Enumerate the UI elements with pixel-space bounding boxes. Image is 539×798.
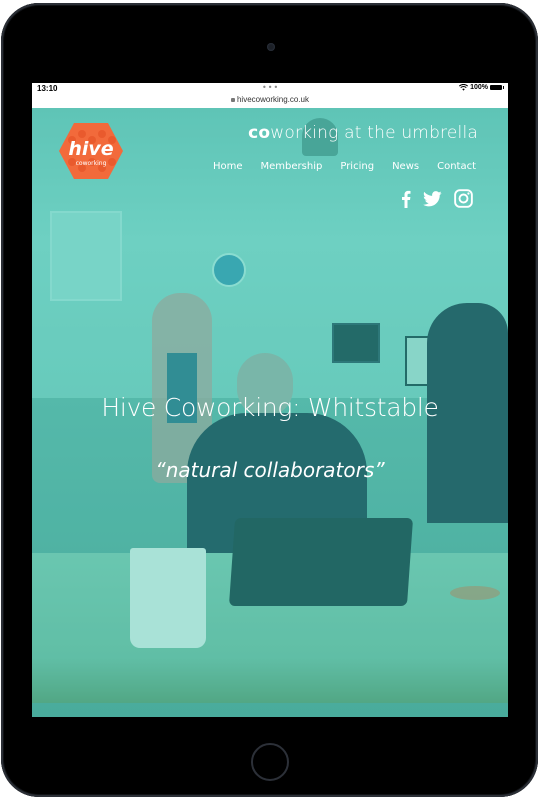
tagline-rest: working at the umbrella (270, 123, 478, 143)
hero-section: hive coworking coworking at the umbrella… (32, 108, 508, 717)
battery-percent: 100% (470, 84, 488, 91)
nav-home[interactable]: Home (213, 161, 243, 172)
hero-title: Hive Coworking: Whitstable (101, 393, 439, 422)
nav-contact[interactable]: Contact (437, 161, 476, 172)
logo-subword: coworking (76, 160, 107, 167)
main-nav: Home Membership Pricing News Contact (213, 161, 476, 172)
hive-logo[interactable]: hive coworking (58, 122, 124, 180)
nav-news[interactable]: News (392, 161, 419, 172)
status-time: 13:10 (37, 84, 58, 93)
nav-membership[interactable]: Membership (261, 161, 323, 172)
facebook-icon[interactable] (401, 190, 411, 212)
battery-icon (490, 85, 504, 90)
logo-word: hive (68, 138, 113, 160)
site-tagline: coworking at the umbrella (248, 123, 478, 143)
hero-quote: “natural collaborators” (155, 458, 385, 482)
camera-icon (267, 43, 275, 51)
tagline-bold: co (248, 123, 271, 143)
lock-icon (230, 98, 235, 102)
wifi-icon (459, 84, 469, 91)
url-text: hivecoworking.co.uk (236, 95, 310, 104)
status-right: 100% (459, 84, 504, 91)
multitask-dots[interactable]: ••• (262, 83, 279, 92)
home-button[interactable] (251, 743, 289, 781)
twitter-icon[interactable] (423, 190, 442, 211)
screen: 13:10 ••• 100% hivecoworking.co.uk hive … (32, 83, 508, 717)
address-bar[interactable]: hivecoworking.co.uk (32, 95, 508, 109)
instagram-icon[interactable] (454, 189, 473, 212)
social-links (401, 189, 473, 212)
nav-pricing[interactable]: Pricing (340, 161, 374, 172)
status-bar: 13:10 ••• 100% (32, 83, 508, 95)
